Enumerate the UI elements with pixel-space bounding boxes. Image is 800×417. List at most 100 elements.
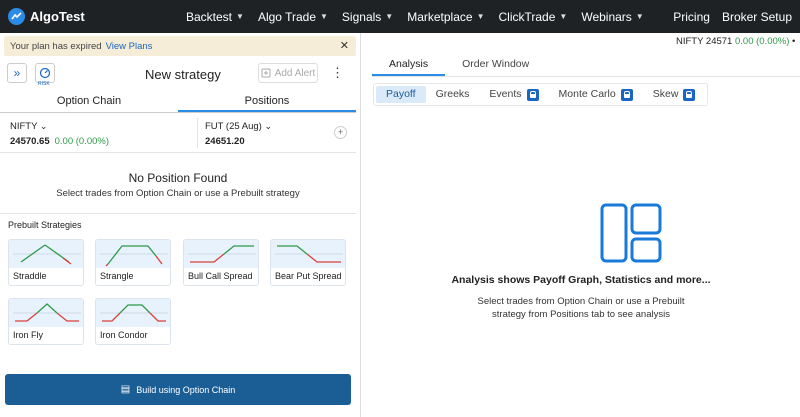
card-label: Bull Call Spread: [188, 271, 253, 281]
nav-algo-trade[interactable]: Algo Trade ▼: [258, 10, 328, 24]
lock-icon: [526, 88, 539, 101]
nav-right: Pricing Broker Setup: [669, 0, 800, 33]
left-tabs: Option Chain Positions: [0, 91, 356, 113]
build-button-label: Build using Option Chain: [136, 384, 236, 395]
no-position-subtitle: Select trades from Option Chain or use a…: [56, 188, 300, 199]
subtab-label: Payoff: [386, 88, 416, 100]
strategy-title: New strategy: [145, 67, 221, 82]
nifty-quote[interactable]: NIFTY ⌄ 24570.65 0.00 (0.00%): [10, 121, 109, 147]
empty-positions: No Position Found Select trades from Opt…: [0, 154, 356, 214]
prebuilt-card-iron-fly[interactable]: Iron Fly: [8, 298, 84, 345]
right-tabs: Analysis Order Window: [372, 53, 546, 76]
chevron-down-icon: ⌄: [264, 121, 273, 131]
nifty-change: 0.00 (0.00%): [54, 136, 110, 147]
brand-name: AlgoTest: [30, 9, 85, 24]
strangle-payoff-icon: [100, 245, 168, 267]
subtab-label: Greeks: [435, 88, 470, 100]
chevron-down-icon: ▼: [635, 12, 644, 21]
plan-expired-banner: Your plan has expired View Plans ✕: [4, 36, 356, 56]
nav-webinars[interactable]: Webinars ▼: [581, 10, 643, 24]
tab-analysis[interactable]: Analysis: [372, 53, 446, 76]
banner-text: Your plan has expired: [10, 40, 102, 52]
nav-broker-setup[interactable]: Broker Setup: [722, 10, 792, 24]
quotes-row: NIFTY ⌄ 24570.65 0.00 (0.00%) FUT (25 Aug…: [0, 115, 356, 153]
subtab-skew[interactable]: Skew: [643, 86, 706, 103]
fut-symbol: FUT (25 Aug): [205, 121, 262, 132]
bell-plus-icon: [261, 68, 271, 78]
bear-put-spread-payoff-icon: [275, 245, 343, 263]
risk-button[interactable]: [35, 63, 55, 83]
iron-fly-payoff-icon: [13, 303, 81, 322]
top-navbar: AlgoTest Backtest ▼ Algo Trade ▼ Signals ▼ …: [0, 0, 800, 33]
tab-option-chain[interactable]: Option Chain: [0, 91, 178, 112]
nav-label: Backtest: [186, 9, 233, 24]
chevron-down-icon: ▼: [236, 12, 244, 21]
gauge-icon: [39, 67, 51, 79]
analysis-layout-icon: [600, 203, 662, 263]
lock-icon: [620, 88, 633, 101]
view-plans-link[interactable]: View Plans: [106, 41, 153, 52]
tab-order-window[interactable]: Order Window: [445, 53, 546, 76]
card-label: Iron Fly: [13, 330, 44, 340]
nav-label: Broker Setup: [721, 9, 792, 24]
nav-label: Pricing: [673, 9, 710, 24]
table-icon: ▤: [120, 384, 131, 395]
prebuilt-title: Prebuilt Strategies: [8, 220, 82, 230]
bull-call-spread-payoff-icon: [188, 245, 256, 263]
quote-divider: [197, 118, 198, 148]
nav-signals[interactable]: Signals ▼: [342, 10, 393, 24]
subtab-payoff[interactable]: Payoff: [376, 86, 426, 103]
nav-label: Signals: [341, 9, 382, 24]
strategy-header: » New strategy Add Alert ⋮: [0, 61, 356, 91]
lock-icon: [683, 88, 696, 101]
prebuilt-card-iron-condor[interactable]: Iron Condor: [95, 298, 171, 345]
more-options-icon[interactable]: ⋮: [331, 64, 344, 82]
chevron-down-icon: ▼: [320, 12, 328, 21]
nav-clicktrade[interactable]: ClickTrade ▼: [499, 10, 568, 24]
prebuilt-card-bear-put-spread[interactable]: Bear Put Spread: [270, 239, 346, 286]
nifty-symbol: NIFTY: [10, 121, 38, 132]
build-using-option-chain-button[interactable]: ▤ Build using Option Chain: [5, 374, 351, 405]
ticker-symbol: NIFTY: [676, 36, 704, 47]
risk-label: RISK: [38, 81, 50, 87]
nav-pricing[interactable]: Pricing: [673, 10, 710, 24]
fut-quote[interactable]: FUT (25 Aug) ⌄ 24651.20: [205, 121, 272, 147]
algotest-logo-icon: [8, 8, 25, 25]
analysis-subtitle: Select trades from Option Chain or use a…: [477, 296, 685, 320]
nav-label: Webinars: [581, 9, 632, 24]
iron-condor-payoff-icon: [100, 304, 168, 322]
add-instrument-icon[interactable]: +: [334, 126, 347, 139]
chevron-down-icon: ⌄: [39, 121, 48, 131]
no-position-heading: No Position Found: [128, 171, 228, 185]
fut-value: 24651.20: [205, 136, 245, 147]
tab-positions[interactable]: Positions: [178, 91, 356, 112]
subtab-greeks[interactable]: Greeks: [426, 86, 480, 103]
subtab-label: Skew: [652, 88, 679, 100]
nav-marketplace[interactable]: Marketplace ▼: [407, 10, 484, 24]
add-alert-button[interactable]: Add Alert: [258, 63, 318, 83]
subtab-monte-carlo[interactable]: Monte Carlo: [549, 86, 643, 103]
analysis-subtabs: Payoff Greeks Events Monte Carlo Skew: [373, 83, 709, 106]
straddle-payoff-icon: [13, 244, 81, 265]
add-alert-label: Add Alert: [274, 67, 316, 79]
chevron-down-icon: ▼: [476, 12, 485, 21]
expand-panel-button[interactable]: »: [7, 63, 27, 83]
ticker-value: 24571: [705, 36, 733, 47]
card-label: Straddle: [13, 271, 47, 281]
nav-backtest[interactable]: Backtest ▼: [186, 10, 244, 24]
close-icon[interactable]: ✕: [340, 39, 349, 52]
nifty-value: 24570.65: [10, 136, 50, 147]
chevron-down-icon: ▼: [559, 12, 568, 21]
chevron-down-icon: ▼: [385, 12, 394, 21]
ticker-change: 0.00 (0.00%): [734, 36, 790, 47]
subtab-label: Events: [489, 88, 522, 100]
nifty-ticker: NIFTY 24571 0.00 (0.00%) •: [676, 36, 795, 47]
prebuilt-card-bull-call-spread[interactable]: Bull Call Spread: [183, 239, 259, 286]
card-label: Strangle: [100, 271, 134, 281]
nav-label: Marketplace: [407, 9, 473, 24]
nav-label: ClickTrade: [498, 9, 556, 24]
brand[interactable]: AlgoTest: [8, 8, 85, 25]
prebuilt-card-strangle[interactable]: Strangle: [95, 239, 171, 286]
subtab-events[interactable]: Events: [479, 86, 548, 103]
prebuilt-card-straddle[interactable]: Straddle: [8, 239, 84, 286]
